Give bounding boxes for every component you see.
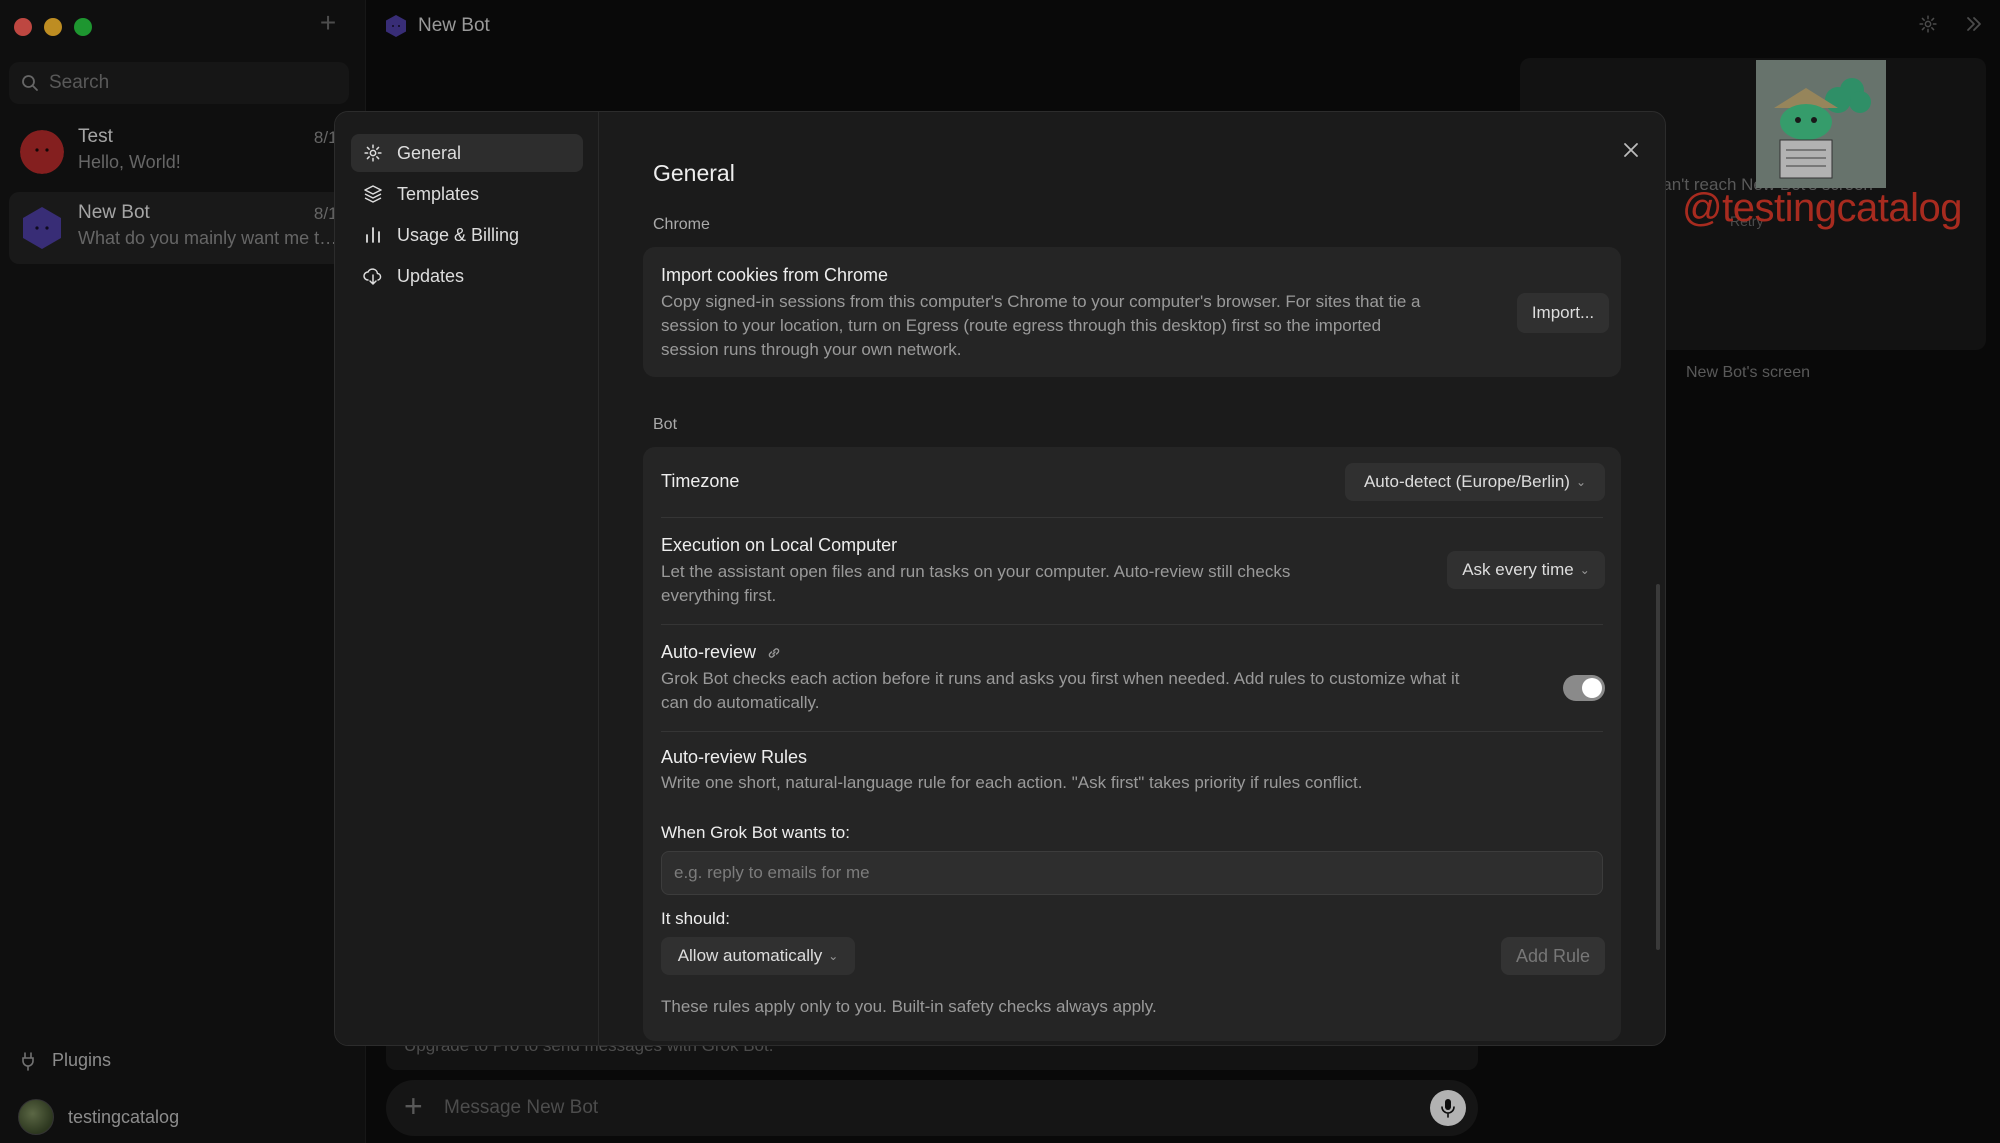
settings-content: General Chrome Import cookies from Chrom… — [599, 112, 1665, 1045]
divider — [661, 624, 1603, 625]
import-button-label: Import... — [1531, 303, 1595, 322]
settings-modal: General Templates Usage & Billing Update… — [334, 111, 1666, 1046]
execution-desc-2: everything first. — [661, 586, 777, 605]
layers-icon — [364, 185, 382, 203]
chevron-down-icon: ⌄ — [1579, 563, 1590, 577]
nav-label: Updates — [397, 265, 465, 286]
import-cookies-desc-1: Copy signed-in sessions from this comput… — [661, 292, 1421, 311]
page-title: General — [653, 160, 735, 186]
chevron-down-icon: ⌄ — [828, 949, 839, 963]
settings-scrollbar[interactable] — [1656, 584, 1660, 950]
auto-review-title: Auto-review — [661, 642, 757, 662]
nav-usage-billing[interactable]: Usage & Billing — [351, 216, 583, 254]
add-rule-button[interactable]: Add Rule — [1501, 937, 1605, 975]
bar-chart-icon — [366, 227, 380, 243]
divider — [661, 517, 1603, 518]
gear-icon — [364, 144, 382, 162]
section-label-chrome: Chrome — [653, 216, 710, 233]
execution-select[interactable]: Ask every time ⌄ — [1447, 551, 1605, 589]
rules-footer: These rules apply only to you. Built-in … — [661, 997, 1157, 1016]
settings-nav: General Templates Usage & Billing Update… — [335, 112, 599, 1045]
nav-label: General — [397, 142, 462, 163]
auto-review-desc-1: Grok Bot checks each action before it ru… — [661, 669, 1460, 688]
bot-card: Timezone Auto-detect (Europe/Berlin) ⌄ E… — [643, 447, 1621, 1041]
rules-title: Auto-review Rules — [661, 747, 808, 767]
should-label: It should: — [661, 909, 730, 928]
auto-review-desc-2: can do automatically. — [661, 693, 820, 712]
section-label-bot: Bot — [653, 416, 678, 433]
when-rule-input[interactable] — [661, 851, 1603, 895]
import-cookies-title: Import cookies from Chrome — [661, 265, 889, 285]
nav-label: Usage & Billing — [397, 224, 520, 245]
timezone-select[interactable]: Auto-detect (Europe/Berlin) ⌄ — [1345, 463, 1605, 501]
import-cookies-desc-2: session to your location, turn on Egress… — [661, 316, 1382, 335]
chevron-down-icon: ⌄ — [1575, 475, 1587, 489]
import-button[interactable]: Import... — [1517, 293, 1609, 333]
auto-review-title-row: Auto-review — [661, 642, 782, 663]
execution-value: Ask every time — [1462, 560, 1574, 579]
should-select[interactable]: Allow automatically ⌄ — [661, 937, 855, 975]
nav-general[interactable]: General — [351, 134, 583, 172]
divider — [661, 731, 1603, 732]
when-label: When Grok Bot wants to: — [661, 823, 850, 842]
rules-desc: Write one short, natural-language rule f… — [661, 773, 1363, 792]
link-icon[interactable] — [766, 645, 782, 661]
timezone-value: Auto-detect (Europe/Berlin) — [1363, 472, 1570, 491]
toggle-knob — [1582, 678, 1602, 698]
close-icon[interactable] — [1621, 140, 1641, 160]
execution-desc-1: Let the assistant open files and run tas… — [661, 562, 1291, 581]
timezone-title: Timezone — [661, 471, 740, 491]
nav-templates[interactable]: Templates — [351, 175, 583, 213]
add-rule-label: Add Rule — [1515, 945, 1591, 966]
nav-label: Templates — [397, 183, 480, 204]
should-value: Allow automatically — [677, 946, 823, 965]
nav-updates[interactable]: Updates — [351, 257, 583, 295]
auto-review-toggle[interactable] — [1563, 675, 1605, 701]
execution-title: Execution on Local Computer — [661, 535, 898, 555]
chrome-card: Import cookies from Chrome Copy signed-i… — [643, 247, 1621, 377]
import-cookies-desc-3: session runs through your own network. — [661, 340, 962, 359]
cloud-download-icon — [363, 268, 382, 285]
